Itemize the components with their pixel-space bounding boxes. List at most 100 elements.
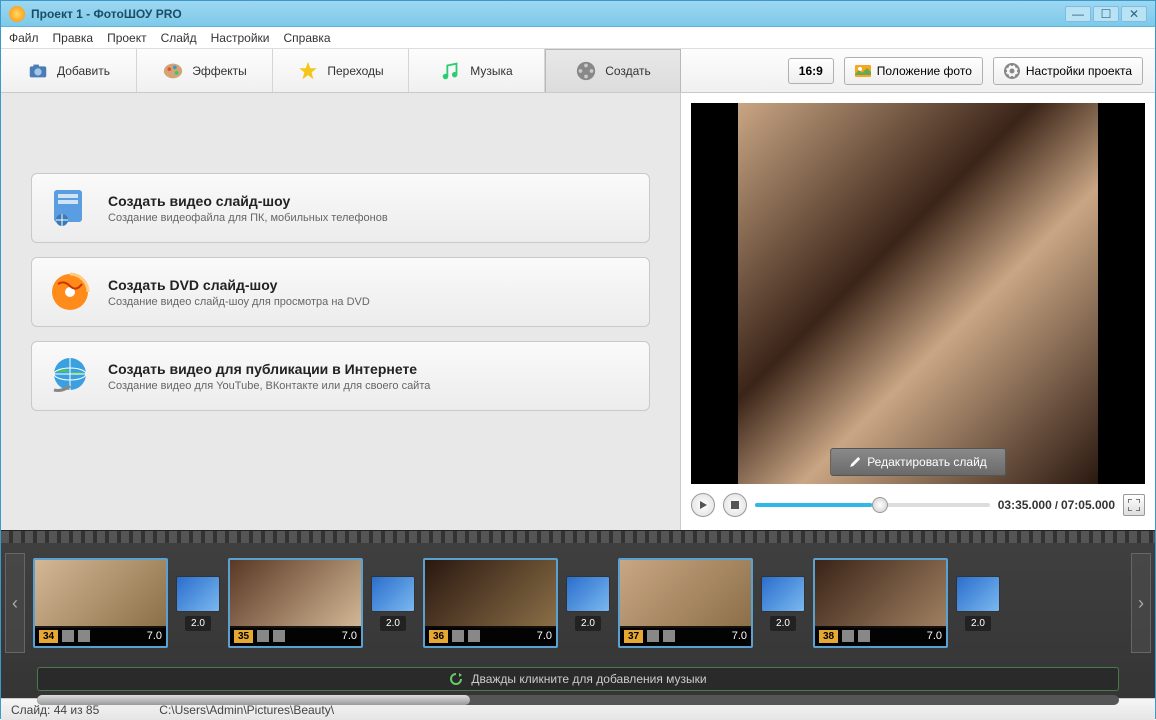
edit-slide-button[interactable]: Редактировать слайд [830, 448, 1006, 476]
edit-slide-label: Редактировать слайд [867, 455, 987, 469]
create-web-card[interactable]: Создать видео для публикации в Интернете… [31, 341, 650, 411]
tab-effects-label: Эффекты [192, 64, 247, 78]
project-settings-label: Настройки проекта [1026, 64, 1132, 78]
slide-number: 38 [819, 630, 838, 643]
globe-icon [48, 354, 92, 398]
tab-effects[interactable]: Эффекты [137, 49, 273, 92]
transition-4[interactable]: 2.0 [761, 576, 805, 631]
titlebar[interactable]: Проект 1 - ФотоШОУ PRO — ☐ ✕ [1, 1, 1155, 27]
seek-track[interactable] [755, 503, 990, 507]
stop-icon [731, 501, 739, 509]
transition-duration: 2.0 [380, 616, 406, 631]
maximize-button[interactable]: ☐ [1093, 6, 1119, 22]
tab-add[interactable]: Добавить [1, 49, 137, 92]
slide-duration: 7.0 [342, 630, 357, 642]
music-track[interactable]: Дважды кликните для добавления музыки [37, 667, 1119, 691]
create-video-card[interactable]: Создать видео слайд-шоу Создание видеофа… [31, 173, 650, 243]
player-controls: 03:35.000 / 07:05.000 [691, 484, 1145, 520]
camera-icon [27, 60, 49, 82]
video-file-icon [48, 186, 92, 230]
transition-3[interactable]: 2.0 [566, 576, 610, 631]
slide-34[interactable]: 34 7.0 [33, 558, 168, 648]
film-strip-top [1, 531, 1155, 543]
refresh-icon [449, 672, 463, 686]
sound-icon[interactable] [663, 630, 675, 642]
minimize-button[interactable]: — [1065, 6, 1091, 22]
slide-thumbnail [425, 560, 556, 628]
timeline-next-button[interactable]: › [1131, 553, 1151, 653]
tab-music-label: Музыка [470, 64, 512, 78]
seek-fill [755, 503, 872, 507]
slide-number: 35 [234, 630, 253, 643]
pencil-icon[interactable] [842, 630, 854, 642]
timeline-prev-button[interactable]: ‹ [5, 553, 25, 653]
transition-1[interactable]: 2.0 [176, 576, 220, 631]
sound-icon[interactable] [858, 630, 870, 642]
slide-38[interactable]: 38 7.0 [813, 558, 948, 648]
pencil-icon[interactable] [257, 630, 269, 642]
slides-row: ‹ 34 7.0 2.0 35 7.0 2.0 36 [1, 543, 1155, 663]
slide-37[interactable]: 37 7.0 [618, 558, 753, 648]
slide-duration: 7.0 [927, 630, 942, 642]
transition-duration: 2.0 [965, 616, 991, 631]
pencil-icon[interactable] [62, 630, 74, 642]
create-web-desc: Создание видео для YouTube, ВКонтакте ил… [108, 380, 430, 392]
tab-create[interactable]: Создать [545, 49, 681, 92]
tab-add-label: Добавить [57, 64, 110, 78]
aspect-ratio-button[interactable]: 16:9 [788, 58, 834, 84]
tab-create-label: Создать [605, 64, 651, 78]
menu-file[interactable]: Файл [9, 31, 39, 45]
transition-thumbnail [761, 576, 805, 612]
slide-thumbnail [35, 560, 166, 628]
photo-icon [855, 63, 871, 79]
pencil-icon[interactable] [647, 630, 659, 642]
sound-icon[interactable] [273, 630, 285, 642]
create-dvd-card[interactable]: Создать DVD слайд-шоу Создание видео сла… [31, 257, 650, 327]
slide-thumbnail [230, 560, 361, 628]
tab-transitions[interactable]: Переходы [273, 49, 409, 92]
seek-thumb[interactable] [872, 497, 888, 513]
slide-36[interactable]: 36 7.0 [423, 558, 558, 648]
create-video-title: Создать видео слайд-шоу [108, 193, 388, 209]
menu-help[interactable]: Справка [283, 31, 330, 45]
preview-area[interactable]: Редактировать слайд [691, 103, 1145, 484]
sound-icon[interactable] [78, 630, 90, 642]
transition-thumbnail [176, 576, 220, 612]
pencil-icon [849, 456, 861, 468]
create-dvd-title: Создать DVD слайд-шоу [108, 277, 370, 293]
slide-number: 34 [39, 630, 58, 643]
photo-position-button[interactable]: Положение фото [844, 57, 983, 85]
project-settings-button[interactable]: Настройки проекта [993, 57, 1143, 85]
scrollbar-thumb[interactable] [37, 695, 470, 705]
palette-icon [162, 60, 184, 82]
timeline: ‹ 34 7.0 2.0 35 7.0 2.0 36 [1, 530, 1155, 698]
transition-2[interactable]: 2.0 [371, 576, 415, 631]
dvd-icon [48, 270, 92, 314]
stop-button[interactable] [723, 493, 747, 517]
menu-slide[interactable]: Слайд [161, 31, 197, 45]
preview-panel: Редактировать слайд 03:35.000 / 07:05.00… [681, 93, 1155, 530]
create-web-title: Создать видео для публикации в Интернете [108, 361, 430, 377]
music-hint: Дважды кликните для добавления музыки [471, 672, 706, 686]
close-button[interactable]: ✕ [1121, 6, 1147, 22]
fullscreen-icon [1128, 499, 1140, 511]
transition-thumbnail [956, 576, 1000, 612]
play-button[interactable] [691, 493, 715, 517]
menu-edit[interactable]: Правка [53, 31, 94, 45]
menu-project[interactable]: Проект [107, 31, 147, 45]
create-video-desc: Создание видеофайла для ПК, мобильных те… [108, 212, 388, 224]
slide-duration: 7.0 [537, 630, 552, 642]
sound-icon[interactable] [468, 630, 480, 642]
slide-duration: 7.0 [732, 630, 747, 642]
slide-35[interactable]: 35 7.0 [228, 558, 363, 648]
pencil-icon[interactable] [452, 630, 464, 642]
tab-music[interactable]: Музыка [409, 49, 545, 92]
transition-5[interactable]: 2.0 [956, 576, 1000, 631]
photo-position-label: Положение фото [877, 64, 972, 78]
app-icon [9, 6, 25, 22]
timeline-scrollbar[interactable] [37, 695, 1119, 705]
slide-number: 36 [429, 630, 448, 643]
fullscreen-button[interactable] [1123, 494, 1145, 516]
menu-settings[interactable]: Настройки [211, 31, 270, 45]
window-title: Проект 1 - ФотоШОУ PRO [31, 7, 182, 21]
